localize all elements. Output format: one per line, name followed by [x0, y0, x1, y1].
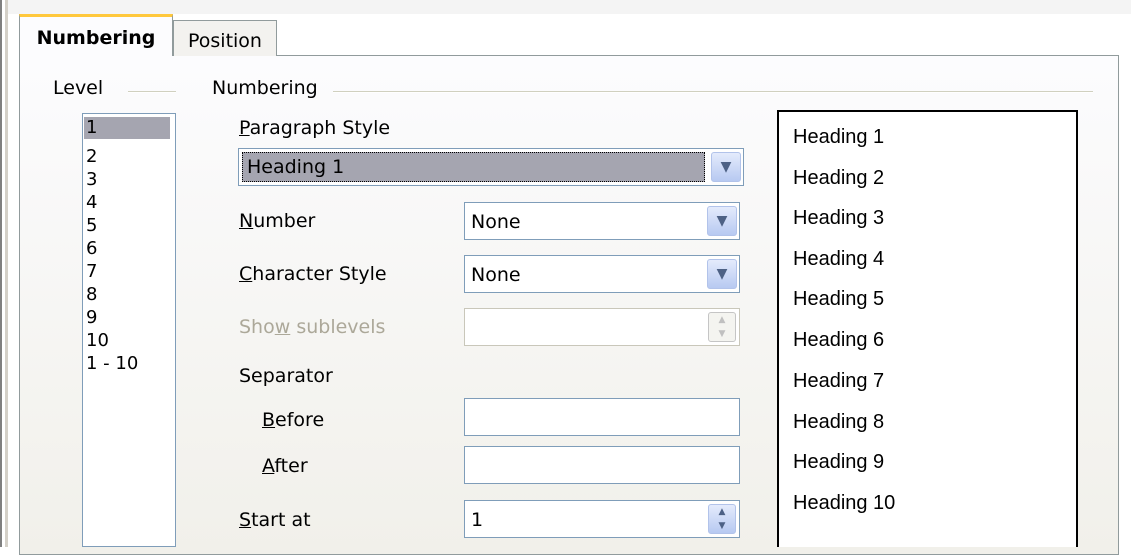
preview-heading-8: Heading 8 [793, 411, 885, 433]
start-at-value: 1 [471, 509, 484, 531]
level-item-10[interactable]: 10 [86, 330, 109, 352]
number-select[interactable]: None ▼ [464, 202, 740, 240]
paragraph-style-label-rest: aragraph Style [249, 117, 391, 139]
level-item-2[interactable]: 2 [86, 146, 97, 168]
show-sublevels-label: Show sublevels [239, 316, 386, 338]
spin-updown-icon[interactable]: ▲ ▼ [708, 504, 736, 534]
preview-heading-4: Heading 4 [793, 248, 885, 270]
after-label: After [262, 455, 308, 477]
level-item-3[interactable]: 3 [86, 169, 97, 191]
level-item-5[interactable]: 5 [86, 215, 97, 237]
level-item-6[interactable]: 6 [86, 238, 97, 260]
character-style-select[interactable]: None ▼ [464, 255, 740, 293]
spin-up-icon[interactable]: ▲ [709, 505, 735, 519]
level-item-1[interactable]: 1 [84, 117, 170, 139]
spin-down-icon[interactable]: ▼ [709, 519, 735, 533]
level-item-4[interactable]: 4 [86, 192, 97, 214]
preview-heading-6: Heading 6 [793, 329, 885, 351]
chevron-down-icon[interactable]: ▼ [707, 259, 737, 289]
numbering-group-line [333, 91, 1093, 93]
level-group-label: Level [53, 77, 104, 99]
paragraph-style-select[interactable]: Heading 1 ▼ [238, 148, 744, 186]
after-input[interactable] [464, 446, 740, 484]
level-group-line [128, 91, 176, 93]
preview-heading-3: Heading 3 [793, 207, 885, 229]
spin-down-icon[interactable]: ▼ [709, 327, 735, 341]
preview-heading-5: Heading 5 [793, 288, 885, 310]
before-input[interactable] [464, 398, 740, 436]
preview-heading-7: Heading 7 [793, 370, 885, 392]
preview-heading-9: Heading 9 [793, 451, 885, 473]
level-item-9[interactable]: 9 [86, 307, 97, 329]
show-sublevels-spinner[interactable]: ▲ ▼ [464, 308, 740, 346]
paragraph-style-label: Paragraph Style [239, 117, 391, 139]
spin-updown-icon[interactable]: ▲ ▼ [708, 312, 736, 342]
level-item-1-10[interactable]: 1 - 10 [86, 353, 138, 375]
level-item-8[interactable]: 8 [86, 284, 97, 306]
character-style-label: Character Style [239, 263, 387, 285]
level-item-7[interactable]: 7 [86, 261, 97, 283]
preview-heading-2: Heading 2 [793, 167, 885, 189]
number-value: None [471, 211, 521, 233]
preview-heading-1: Heading 1 [793, 126, 885, 148]
level-listbox[interactable]: 1 2 3 4 5 6 7 8 9 10 1 - 10 [82, 113, 176, 547]
number-label: Number [239, 210, 316, 232]
numbering-group-label: Numbering [212, 77, 318, 99]
chevron-down-icon[interactable]: ▼ [711, 152, 741, 182]
panel-content: Level 1 2 3 4 5 6 7 8 9 10 1 - 10 Number… [0, 0, 1131, 547]
paragraph-style-value: Heading 1 [247, 156, 345, 178]
start-at-label: Start at [239, 509, 311, 531]
character-style-value: None [471, 264, 521, 286]
chevron-down-icon[interactable]: ▼ [707, 206, 737, 236]
numbering-preview: Heading 1 Heading 2 Heading 3 Heading 4 … [777, 110, 1078, 547]
before-label: Before [262, 409, 325, 431]
separator-label: Separator [239, 365, 333, 387]
start-at-spinner[interactable]: 1 ▲ ▼ [464, 500, 740, 538]
spin-up-icon[interactable]: ▲ [709, 313, 735, 327]
preview-heading-10: Heading 10 [793, 492, 896, 514]
